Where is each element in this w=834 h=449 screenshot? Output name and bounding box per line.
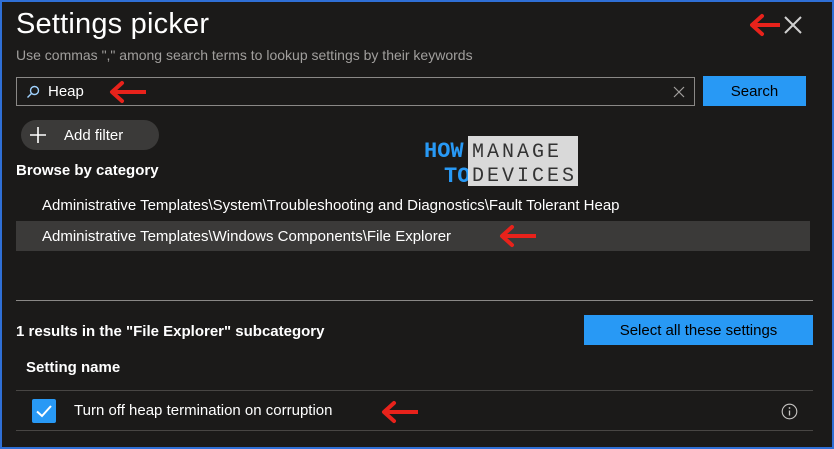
add-filter-button[interactable]: Add filter (21, 120, 159, 150)
row-divider-top (16, 390, 813, 391)
logo-manage: MANAGE (472, 141, 562, 164)
watermark-logo: HOW TO MANAGE DEVICES (424, 136, 578, 187)
info-icon[interactable] (781, 403, 798, 420)
close-button[interactable] (780, 12, 806, 38)
close-icon (784, 16, 802, 34)
browse-category-heading: Browse by category (16, 162, 159, 179)
setting-checkbox[interactable] (32, 399, 56, 423)
checkmark-icon (36, 405, 52, 418)
search-button[interactable]: Search (703, 76, 806, 106)
arrow-left-icon (750, 14, 780, 36)
results-summary: 1 results in the "File Explorer" subcate… (16, 323, 325, 340)
logo-to: TO (444, 164, 470, 187)
arrow-left-icon (382, 401, 418, 423)
search-icon (27, 85, 40, 98)
panel-subtitle: Use commas "," among search terms to loo… (16, 47, 473, 63)
plus-icon (30, 127, 46, 143)
panel-title: Settings picker (16, 8, 210, 40)
logo-how: HOW (424, 139, 464, 164)
row-divider-bottom (16, 430, 813, 431)
settings-picker-panel: Settings picker Use commas "," among sea… (0, 0, 834, 449)
clear-icon[interactable] (672, 85, 686, 99)
category-item-fault-tolerant-heap[interactable]: Administrative Templates\System\Troubles… (16, 190, 810, 220)
column-header-setting-name[interactable]: Setting name (26, 359, 120, 376)
arrow-left-icon (500, 225, 536, 247)
category-item-file-explorer[interactable]: Administrative Templates\Windows Compone… (16, 221, 810, 251)
setting-name-text: Turn off heap termination on corruption (74, 402, 333, 419)
section-divider (16, 300, 813, 301)
add-filter-label: Add filter (64, 126, 124, 144)
select-all-settings-button[interactable]: Select all these settings (584, 315, 813, 345)
arrow-left-icon (110, 81, 146, 103)
logo-devices: DEVICES (472, 165, 577, 187)
